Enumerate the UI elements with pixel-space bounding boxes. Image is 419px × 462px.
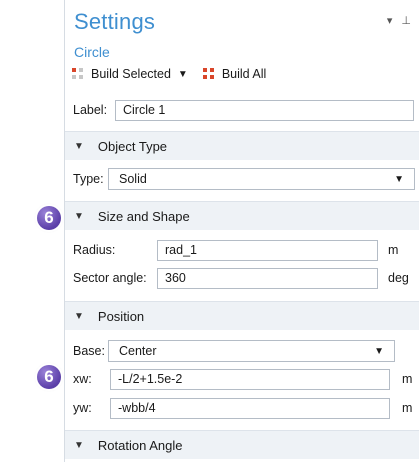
xw-row: xw: -L/2+1.5e-2 m: [65, 367, 419, 391]
section-position[interactable]: ▼ Position: [65, 301, 419, 330]
build-selected-button[interactable]: Build Selected ▼: [71, 67, 188, 81]
yw-row: yw: -wbb/4 m: [65, 396, 419, 420]
xw-field[interactable]: -L/2+1.5e-2: [110, 368, 390, 390]
radius-row: Radius: rad_1 m: [65, 238, 419, 262]
base-select[interactable]: Center ▼: [108, 340, 395, 362]
type-select[interactable]: Solid ▼: [108, 168, 415, 190]
section-title: Position: [97, 308, 145, 324]
chevron-down-icon: ▼: [394, 173, 404, 185]
radius-caption: Radius:: [73, 243, 116, 257]
radius-unit: m: [388, 243, 399, 257]
label-field[interactable]: Circle 1: [115, 99, 414, 121]
callout-badge: 6: [37, 365, 61, 389]
node-name: Circle: [74, 44, 110, 60]
window-controls: ▾ ⊥: [381, 14, 411, 27]
section-title: Size and Shape: [97, 208, 190, 224]
build-selected-label: Build Selected: [91, 67, 171, 81]
xw-unit: m: [402, 372, 413, 386]
settings-panel: Settings ▾ ⊥ Circle Build Selected ▼ Bui…: [64, 0, 419, 462]
build-all-icon: [201, 67, 216, 81]
section-title: Rotation Angle: [97, 437, 183, 453]
panel-menu-icon[interactable]: ▾: [387, 15, 393, 27]
collapse-triangle-icon: ▼: [74, 210, 84, 222]
callout-badge: 6: [37, 206, 61, 230]
sector-angle-row: Sector angle: 360 deg: [65, 266, 419, 290]
collapse-triangle-icon: ▼: [74, 439, 84, 451]
yw-caption: yw:: [73, 401, 92, 415]
type-caption: Type:: [73, 172, 104, 186]
section-object-type[interactable]: ▼ Object Type: [65, 131, 419, 160]
sector-angle-field[interactable]: 360: [157, 267, 378, 289]
yw-unit: m: [402, 401, 413, 415]
xw-caption: xw:: [73, 372, 92, 386]
sector-angle-unit: deg: [388, 271, 409, 285]
type-row: Type: Solid ▼: [65, 167, 419, 191]
toolbar: Build Selected ▼ Build All: [71, 64, 280, 84]
collapse-triangle-icon: ▼: [74, 310, 84, 322]
sector-angle-caption: Sector angle:: [73, 271, 147, 285]
chevron-down-icon: ▼: [374, 345, 384, 357]
build-all-label: Build All: [221, 67, 267, 81]
section-title: Object Type: [97, 138, 168, 154]
collapse-triangle-icon: ▼: [74, 140, 84, 152]
label-caption: Label:: [73, 103, 108, 117]
base-row: Base: Center ▼: [65, 339, 419, 363]
page-title: Settings: [74, 9, 156, 34]
base-select-value: Center: [119, 344, 157, 358]
build-selected-icon: [71, 67, 85, 81]
yw-field[interactable]: -wbb/4: [110, 397, 390, 419]
chevron-down-icon[interactable]: ▼: [178, 69, 188, 80]
build-all-button[interactable]: Build All: [201, 67, 267, 81]
section-size-and-shape[interactable]: ▼ Size and Shape: [65, 201, 419, 230]
type-select-value: Solid: [119, 172, 147, 186]
pin-icon[interactable]: ⊥: [401, 15, 411, 27]
radius-field[interactable]: rad_1: [157, 239, 378, 261]
base-caption: Base:: [73, 344, 105, 358]
label-row: Label: Circle 1: [65, 98, 419, 122]
section-rotation-angle[interactable]: ▼ Rotation Angle: [65, 430, 419, 459]
